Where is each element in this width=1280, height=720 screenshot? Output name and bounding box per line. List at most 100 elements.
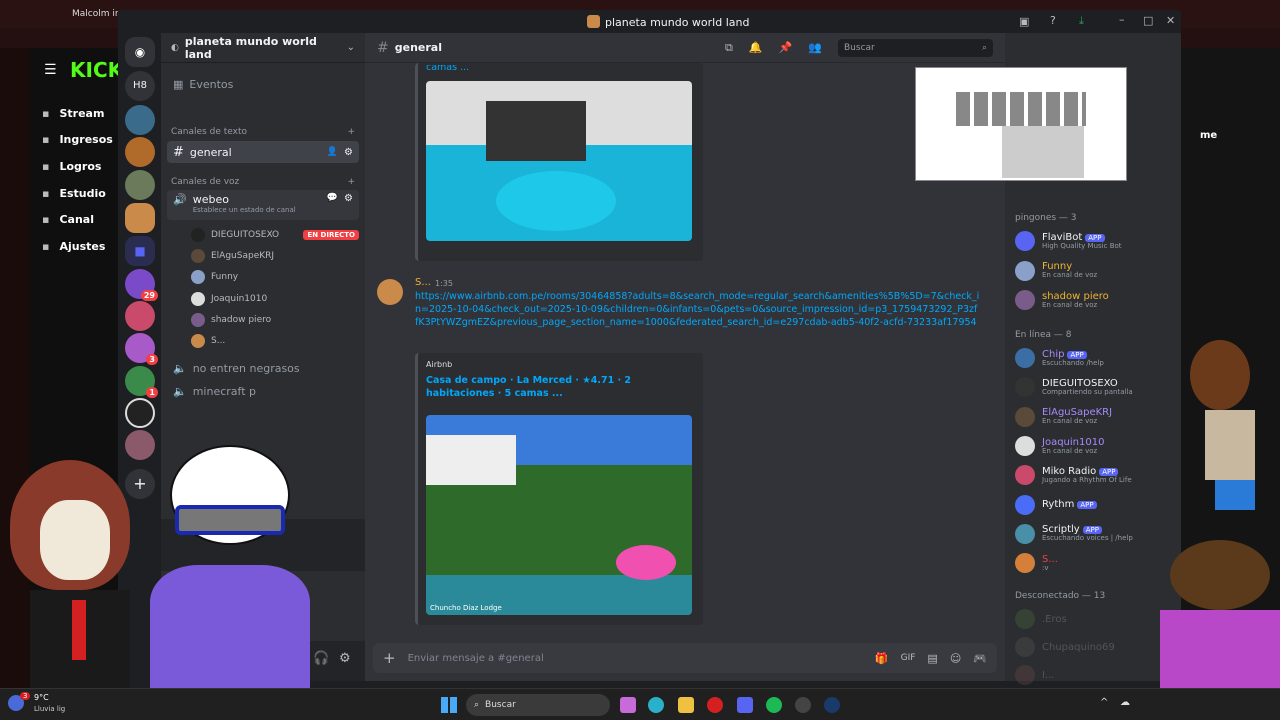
member-item[interactable]: .Eros bbox=[1015, 606, 1175, 632]
member-item[interactable]: shadow piero En canal de voz bbox=[1015, 287, 1175, 313]
windows-start-icon[interactable] bbox=[441, 697, 457, 713]
kick-nav-item[interactable]: ▪ Ingresos bbox=[38, 129, 128, 151]
kick-nav-item[interactable]: ▪ Ajustes bbox=[38, 236, 128, 258]
guild-icon[interactable] bbox=[125, 398, 155, 428]
inbox-icon[interactable]: ▣ bbox=[1019, 15, 1029, 28]
member-item[interactable]: Scriptly APP Escuchando voices | /help bbox=[1015, 521, 1175, 547]
embed-image[interactable] bbox=[426, 81, 692, 241]
minimize-icon[interactable]: – bbox=[1119, 13, 1125, 26]
discord-taskbar-icon[interactable] bbox=[737, 697, 753, 713]
kick-nav-item[interactable]: ▪ Canal bbox=[38, 209, 128, 231]
copilot-icon[interactable] bbox=[620, 697, 636, 713]
channel-name: general bbox=[189, 145, 232, 159]
member-item[interactable]: DIEGUITOSEXO Compartiendo su pantalla bbox=[1015, 374, 1175, 400]
voice-user[interactable]: Funny bbox=[191, 270, 359, 285]
invite-icon[interactable]: 👤 bbox=[327, 147, 338, 157]
hashtag-icon: # bbox=[173, 144, 184, 160]
embed-provider: Airbnb bbox=[426, 360, 453, 369]
bell-icon[interactable]: 🔔 bbox=[749, 41, 763, 54]
member-item[interactable]: I... bbox=[1015, 662, 1175, 688]
voice-user[interactable]: DIEGUITOSEXO EN DIRECTO bbox=[191, 228, 359, 242]
kick-nav-item[interactable]: ▪ Stream bbox=[38, 102, 128, 124]
server-header[interactable]: ◐ planeta mundo world land ⌄ bbox=[161, 33, 365, 63]
threads-icon[interactable]: ⧉ bbox=[725, 41, 733, 55]
guild-icon[interactable] bbox=[125, 137, 155, 167]
member-item[interactable]: Rythm APP bbox=[1015, 492, 1175, 518]
taskbar-search[interactable]: ⌕ Buscar bbox=[466, 694, 610, 716]
voice-channel[interactable]: 🔈 minecraft p bbox=[167, 380, 359, 402]
embed-title[interactable]: Casa de campo · La Merced · ★4.71 · 2 ha… bbox=[426, 375, 692, 401]
apps-icon[interactable]: 🎮 bbox=[973, 652, 987, 665]
voice-channel[interactable]: 🔈 no entren negrasos bbox=[167, 357, 359, 379]
voice-channel-webeo[interactable]: 🔊 webeo Establece un estado de canal 💬 ⚙ bbox=[167, 190, 359, 220]
guild-icon[interactable]: 3 bbox=[125, 333, 158, 365]
channel-general[interactable]: # general 👤 ⚙ bbox=[167, 141, 359, 163]
edge-icon[interactable] bbox=[648, 697, 664, 713]
add-channel-icon[interactable]: + bbox=[347, 127, 355, 137]
voice-channels-header[interactable]: Canales de voz + bbox=[171, 177, 355, 187]
gift-icon[interactable]: 🎁 bbox=[875, 652, 889, 665]
embed-image[interactable]: Chuncho Diaz Lodge bbox=[426, 415, 692, 615]
gear-icon[interactable]: ⚙ bbox=[339, 651, 351, 666]
text-channels-header[interactable]: Canales de texto + bbox=[171, 127, 355, 137]
gear-icon[interactable]: ⚙ bbox=[344, 193, 353, 204]
member-item[interactable]: FlaviBot APP High Quality Music Bot bbox=[1015, 228, 1175, 254]
steam-icon[interactable] bbox=[824, 697, 840, 713]
member-item[interactable]: Chip APP Escuchando /help bbox=[1015, 345, 1175, 371]
voice-user[interactable]: Joaquin1010 bbox=[191, 291, 359, 306]
sticker-icon[interactable]: ▤ bbox=[927, 652, 937, 665]
member-item[interactable]: Chupaquino69 bbox=[1015, 634, 1175, 660]
message-composer[interactable]: + Enviar mensaje a #general 🎁 GIF ▤ ☺ 🎮 bbox=[373, 643, 997, 673]
voice-user[interactable]: shadow piero bbox=[191, 312, 359, 327]
stream-preview[interactable] bbox=[915, 67, 1127, 181]
message-author[interactable]: S... bbox=[415, 277, 431, 288]
member-item[interactable]: S...:v bbox=[1015, 550, 1175, 576]
channel-status[interactable]: Establece un estado de canal bbox=[193, 206, 321, 214]
voice-user[interactable]: ElAguSapeKRJ bbox=[191, 249, 359, 264]
search-input[interactable]: Buscar ⌕ bbox=[838, 38, 993, 57]
help-icon[interactable]: ? bbox=[1050, 14, 1056, 27]
guild-h8[interactable]: H8 bbox=[125, 71, 155, 101]
folder-icon[interactable]: ■ bbox=[125, 236, 155, 266]
guild-icon[interactable]: 1 bbox=[125, 366, 158, 398]
maximize-icon[interactable]: □ bbox=[1143, 14, 1153, 27]
pin-icon[interactable]: 📌 bbox=[779, 41, 793, 54]
member-item[interactable]: Miko Radio APP Jugando a Rhythm Of Life bbox=[1015, 462, 1175, 488]
browser-tab-title[interactable]: Malcolm in bbox=[72, 9, 121, 19]
network-icon[interactable]: ☁ bbox=[1120, 697, 1130, 708]
guild-active[interactable] bbox=[125, 203, 155, 233]
spotify-icon[interactable] bbox=[766, 697, 782, 713]
guild-icon[interactable]: 29 bbox=[125, 269, 158, 301]
file-explorer-icon[interactable] bbox=[678, 697, 694, 713]
emoji-icon[interactable]: ☺ bbox=[950, 652, 961, 665]
app-icon[interactable] bbox=[795, 697, 811, 713]
add-channel-icon[interactable]: + bbox=[347, 177, 355, 187]
download-icon[interactable]: ⤓ bbox=[1079, 14, 1084, 28]
gear-icon[interactable]: ⚙ bbox=[344, 147, 353, 158]
menu-icon[interactable]: ☰ bbox=[44, 62, 57, 78]
embed-title-tail[interactable]: camas ... bbox=[426, 65, 469, 77]
member-item[interactable]: Joaquin1010 En canal de voz bbox=[1015, 433, 1175, 459]
member-item[interactable]: Funny En canal de voz bbox=[1015, 258, 1175, 284]
events-item[interactable]: ▦ Eventos bbox=[167, 73, 359, 95]
headphones-icon[interactable]: 🎧 bbox=[313, 651, 329, 666]
close-icon[interactable]: ✕ bbox=[1166, 14, 1175, 27]
opera-icon[interactable] bbox=[707, 697, 723, 713]
stream-icon: ▪ bbox=[42, 106, 50, 120]
gif-icon[interactable]: GIF bbox=[901, 653, 916, 663]
kick-nav-item[interactable]: ▪ Estudio bbox=[38, 182, 128, 204]
add-attachment-icon[interactable]: + bbox=[383, 649, 396, 667]
member-item[interactable]: ElAguSapeKRJ En canal de voz bbox=[1015, 404, 1175, 430]
guild-icon[interactable] bbox=[125, 301, 155, 331]
avatar[interactable] bbox=[377, 279, 403, 305]
members-icon[interactable]: 👥 bbox=[808, 41, 822, 54]
trophy-icon: ▪ bbox=[42, 159, 50, 173]
discord-home-icon[interactable]: ◉ bbox=[125, 37, 155, 67]
chat-icon[interactable]: 💬 bbox=[327, 193, 338, 203]
tray-chevron-icon[interactable]: ^ bbox=[1100, 697, 1108, 708]
guild-icon[interactable] bbox=[125, 105, 155, 135]
message-link[interactable]: https://www.airbnb.com.pe/rooms/30464858… bbox=[415, 291, 980, 329]
guild-icon[interactable] bbox=[125, 170, 155, 200]
voice-user[interactable]: S... bbox=[191, 334, 359, 348]
kick-nav-item[interactable]: ▪ Logros bbox=[38, 155, 128, 177]
